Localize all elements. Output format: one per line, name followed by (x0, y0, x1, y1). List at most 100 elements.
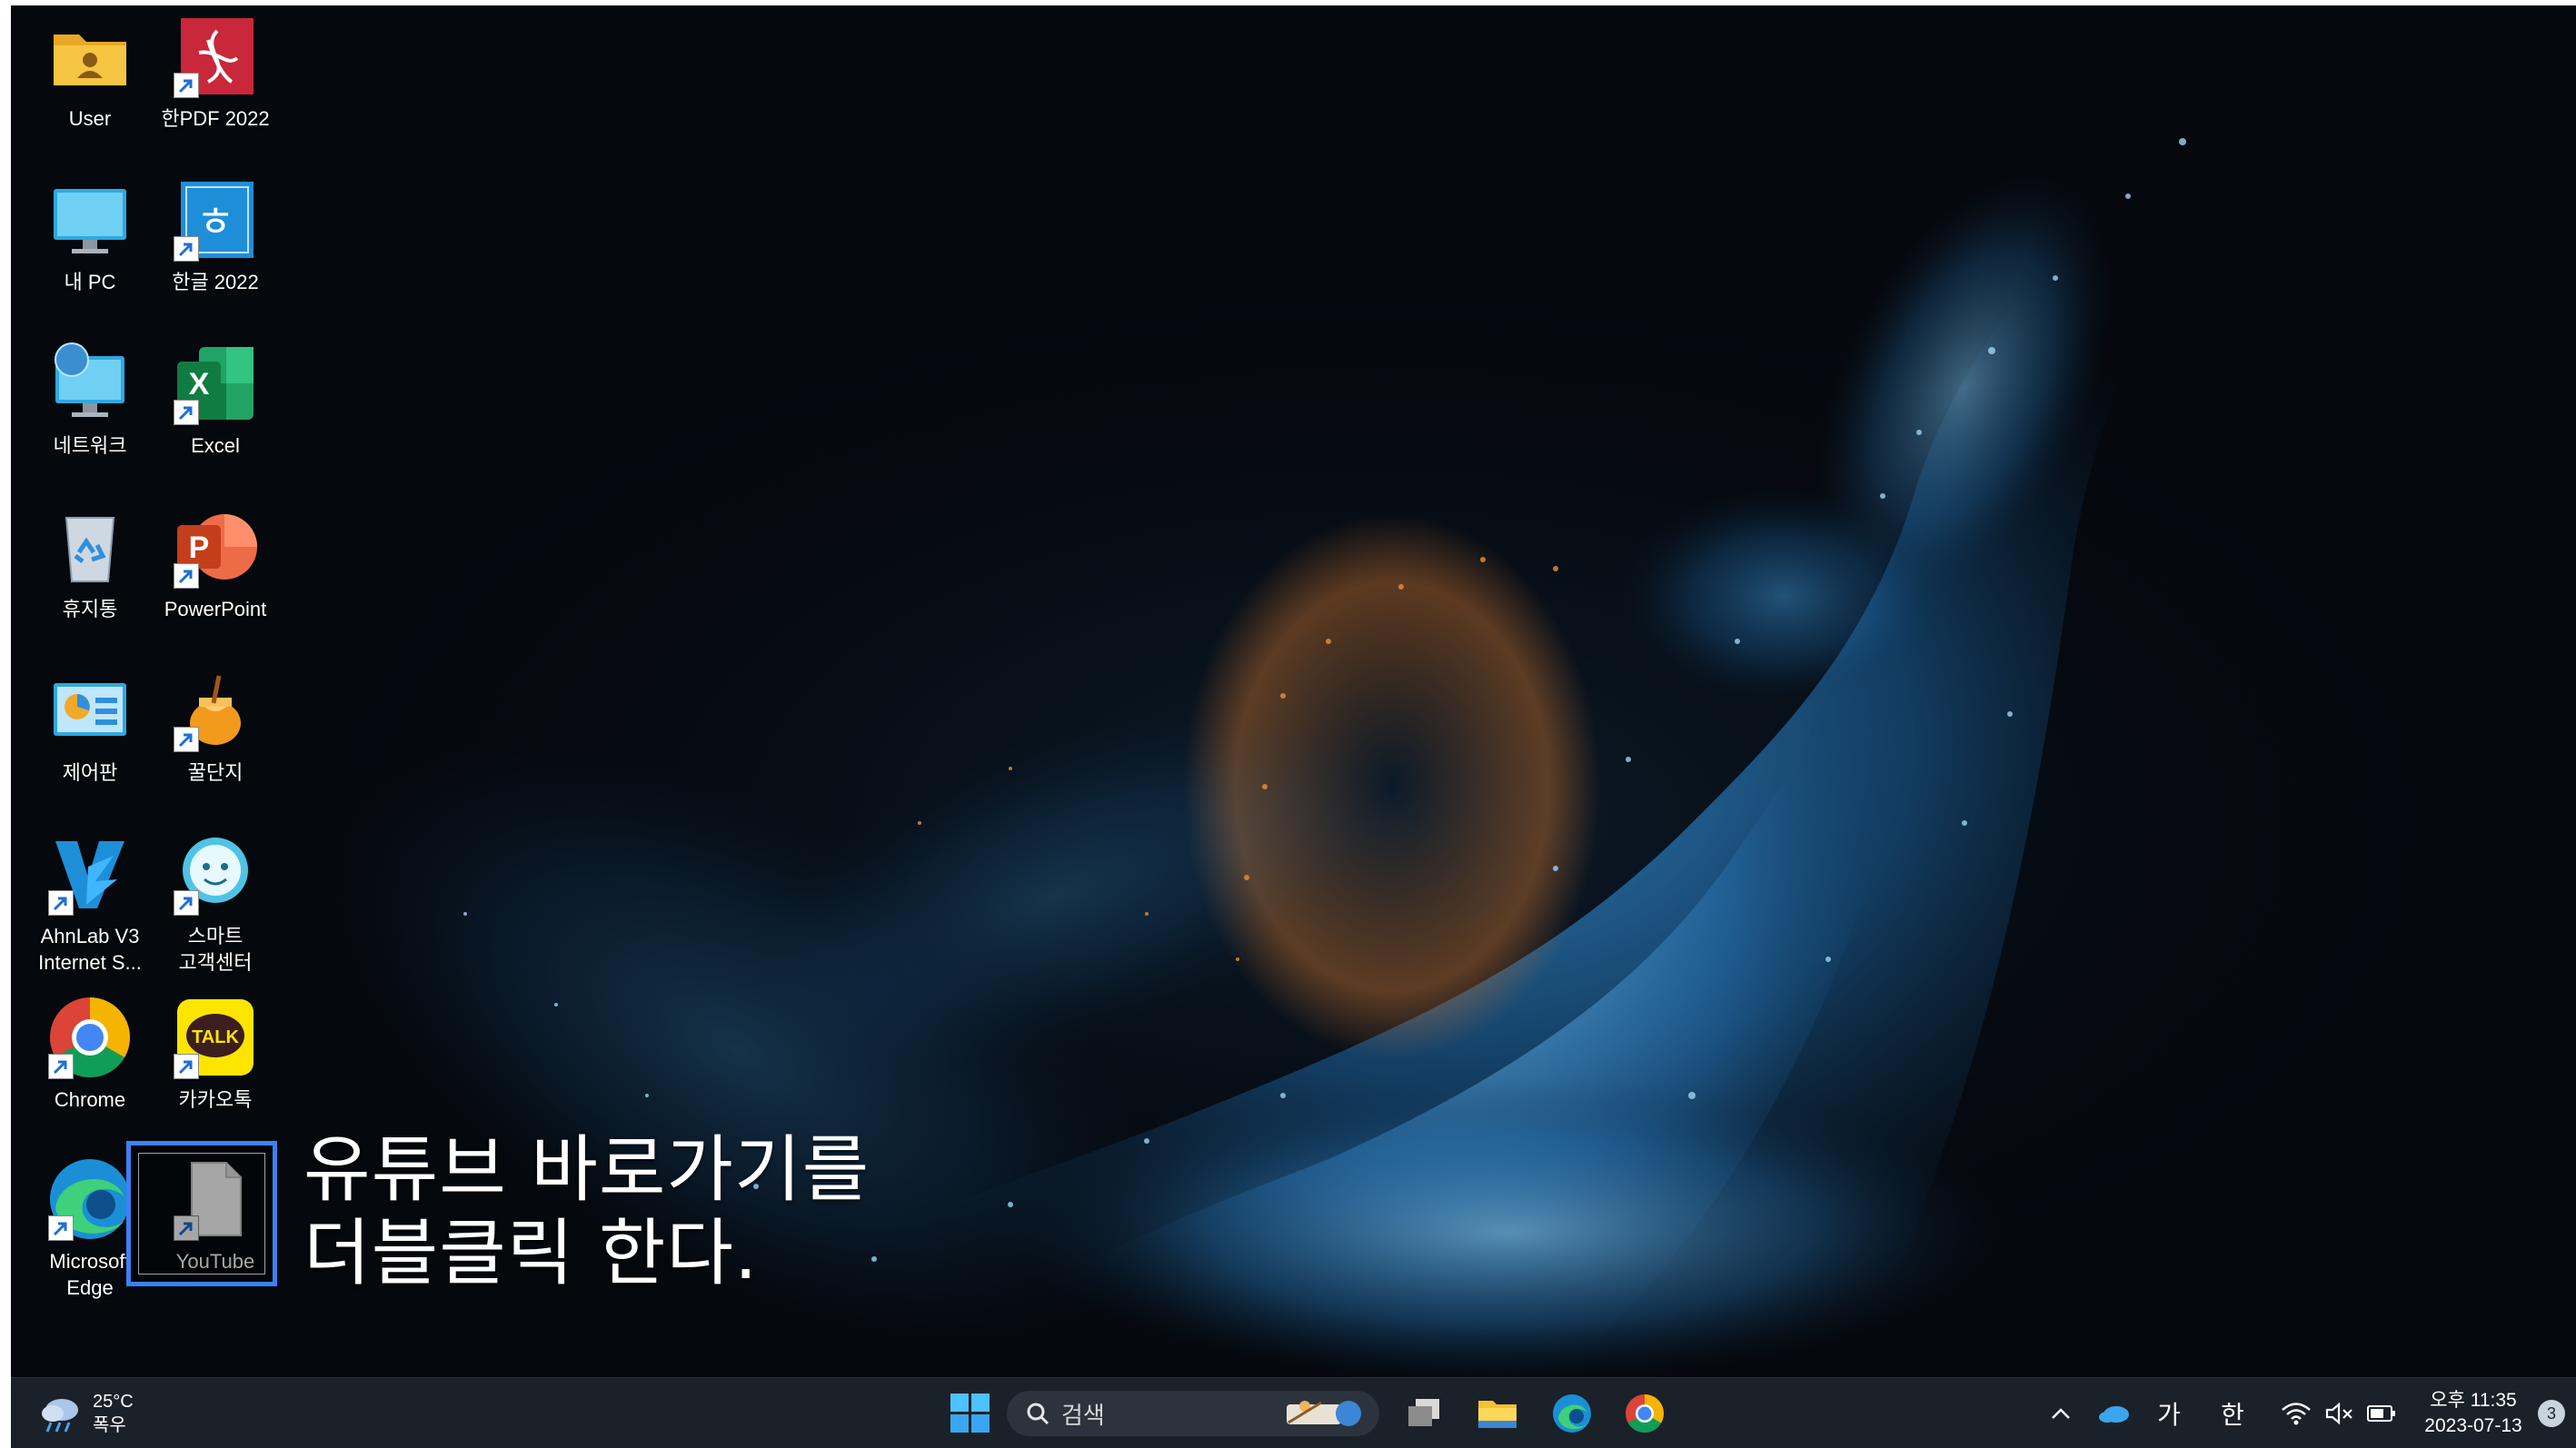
desktop-icon-label: 내 PC (64, 271, 116, 293)
search-highlight-illustration-icon (1287, 1401, 1361, 1426)
file-explorer-button[interactable] (1468, 1378, 1527, 1448)
taskbar-clock[interactable]: 오후 11:35 2023-07-13 (2405, 1378, 2541, 1448)
clock-time: 오후 11:35 (2430, 1390, 2517, 1411)
desktop-icon-label: 한PDF 2022 (161, 107, 270, 130)
desktop-icon-label: 제어판 (62, 761, 118, 784)
network-icon (46, 340, 134, 427)
desktop-icon-user-folder[interactable]: User (29, 13, 151, 132)
edge-icon (1553, 1394, 1591, 1433)
recycle-bin-icon (46, 503, 134, 590)
desktop-icon-network[interactable]: 네트워크 (29, 340, 151, 459)
notification-count-badge: 3 (2538, 1400, 2565, 1427)
volume-muted-icon (2325, 1402, 2352, 1425)
battery-icon (2367, 1405, 2395, 1422)
edge-icon (46, 1155, 134, 1243)
search-icon (1027, 1403, 1049, 1425)
wifi-icon (2282, 1403, 2311, 1425)
desktop-icon-label: PowerPoint (164, 598, 267, 620)
task-view-icon (1408, 1399, 1439, 1426)
taskbar: 25°C 폭우 검색 가 한 오후 11:35 2023-07-13 3 (11, 1377, 2576, 1448)
excel-icon: X (172, 340, 259, 427)
svg-text:X: X (189, 367, 210, 402)
taskbar-search-box[interactable]: 검색 (1007, 1391, 1379, 1436)
desktop-icon-excel[interactable]: X Excel (154, 340, 276, 459)
desktop-icon-label: 스마트 고객센터 (178, 925, 253, 974)
this-pc-icon (46, 176, 134, 263)
onedrive-cloud-icon (2099, 1406, 2129, 1423)
smart-support-icon (172, 830, 259, 917)
desktop-icon-powerpoint[interactable]: P PowerPoint (154, 503, 276, 622)
desktop-icon-label: 꿀단지 (187, 761, 244, 784)
shortcut-arrow-icon (174, 890, 199, 916)
hanpdf-icon (172, 13, 259, 100)
notification-center-button[interactable]: 3 (2535, 1378, 2568, 1448)
desktop-icon-control-panel[interactable]: 제어판 (29, 667, 151, 786)
desktop-icon-honey-pot[interactable]: 꿀단지 (154, 667, 276, 786)
wifi-button[interactable] (2275, 1378, 2317, 1448)
desktop-icon-label: AhnLab V3 Internet S... (38, 925, 142, 974)
rain-cloud-icon (42, 1399, 78, 1433)
shortcut-arrow-icon (48, 1054, 74, 1079)
volume-button[interactable] (2319, 1378, 2361, 1448)
annotation-line-2: 더블클릭 한다. (303, 1211, 759, 1295)
task-view-button[interactable] (1396, 1378, 1454, 1448)
taskbar-chrome-button[interactable] (1616, 1378, 1674, 1448)
windows-logo-icon (950, 1393, 990, 1433)
selection-highlight (126, 1141, 277, 1286)
ahnlab-v3-icon (46, 830, 134, 917)
shortcut-arrow-icon (48, 890, 74, 916)
shortcut-arrow-icon (174, 563, 199, 589)
clock-date: 2023-07-13 (2424, 1415, 2522, 1436)
svg-text:ㅎ: ㅎ (196, 197, 234, 246)
desktop-icon-label: Chrome (54, 1088, 126, 1111)
desktop-icon-this-pc[interactable]: 내 PC (29, 176, 151, 295)
powerpoint-icon: P (172, 503, 259, 590)
desktop-icon-label: 한글 2022 (172, 271, 259, 293)
desktop-icon-kakaotalk[interactable]: TALK 카카오톡 (154, 994, 276, 1113)
svg-text:TALK: TALK (192, 1027, 239, 1047)
hangul-icon: ㅎ (172, 176, 259, 263)
weather-desc: 폭우 (93, 1415, 126, 1435)
honey-pot-icon (172, 667, 259, 754)
search-placeholder: 검색 (1061, 1401, 1105, 1429)
desktop-icon-hangul[interactable]: ㅎ 한글 2022 (154, 176, 276, 295)
shortcut-arrow-icon (174, 400, 199, 425)
battery-button[interactable] (2361, 1378, 2402, 1448)
shortcut-arrow-icon (174, 73, 199, 98)
show-hidden-icons-button[interactable] (2043, 1378, 2079, 1448)
control-panel-icon (46, 667, 134, 754)
weather-temp: 25°C (93, 1392, 134, 1412)
instruction-annotation: 유튜브 바로가기를 더블클릭 한다. (303, 1128, 870, 1295)
taskbar-edge-button[interactable] (1543, 1378, 1601, 1448)
user-folder-icon (46, 13, 134, 100)
onedrive-button[interactable] (2094, 1378, 2135, 1448)
weather-widget[interactable]: 25°C 폭우 (38, 1378, 165, 1448)
desktop-icon-label: 카카오톡 (178, 1088, 253, 1111)
shortcut-arrow-icon (174, 1054, 199, 1079)
desktop-icon-chrome[interactable]: Chrome (29, 994, 151, 1113)
input-mode-button[interactable]: 가 (2148, 1378, 2190, 1448)
chevron-up-icon (2052, 1408, 2070, 1419)
ime-label: 한 (2221, 1401, 2244, 1429)
chrome-icon (1626, 1393, 1665, 1433)
shortcut-arrow-icon (174, 727, 199, 752)
svg-text:P: P (189, 531, 210, 565)
desktop-icon-label: 휴지통 (62, 598, 118, 620)
desktop-screen: User 한PDF 2022 내 PC ㅎ 한글 2022 네트워크 X Excel 휴지통 P P… (11, 5, 2576, 1448)
desktop-icon-smart-support[interactable]: 스마트 고객센터 (154, 830, 276, 976)
input-mode-label: 가 (2157, 1401, 2181, 1429)
annotation-line-1: 유튜브 바로가기를 (303, 1127, 870, 1212)
kakaotalk-icon: TALK (172, 994, 259, 1081)
desktop-icon-label: 네트워크 (53, 434, 127, 457)
ime-button[interactable]: 한 (2212, 1378, 2253, 1448)
desktop-icon-label: User (68, 107, 112, 130)
start-button[interactable] (938, 1378, 1003, 1448)
desktop-icon-hanpdf[interactable]: 한PDF 2022 (154, 13, 276, 132)
desktop-icon-ahnlab-v3[interactable]: AhnLab V3 Internet S... (29, 830, 151, 976)
desktop-icon-label: Excel (191, 434, 240, 457)
shortcut-arrow-icon (48, 1215, 74, 1241)
desktop-icon-recycle-bin[interactable]: 휴지통 (29, 503, 151, 622)
shortcut-arrow-icon (174, 236, 199, 262)
chrome-icon (46, 994, 134, 1081)
folder-icon (1478, 1401, 1517, 1428)
